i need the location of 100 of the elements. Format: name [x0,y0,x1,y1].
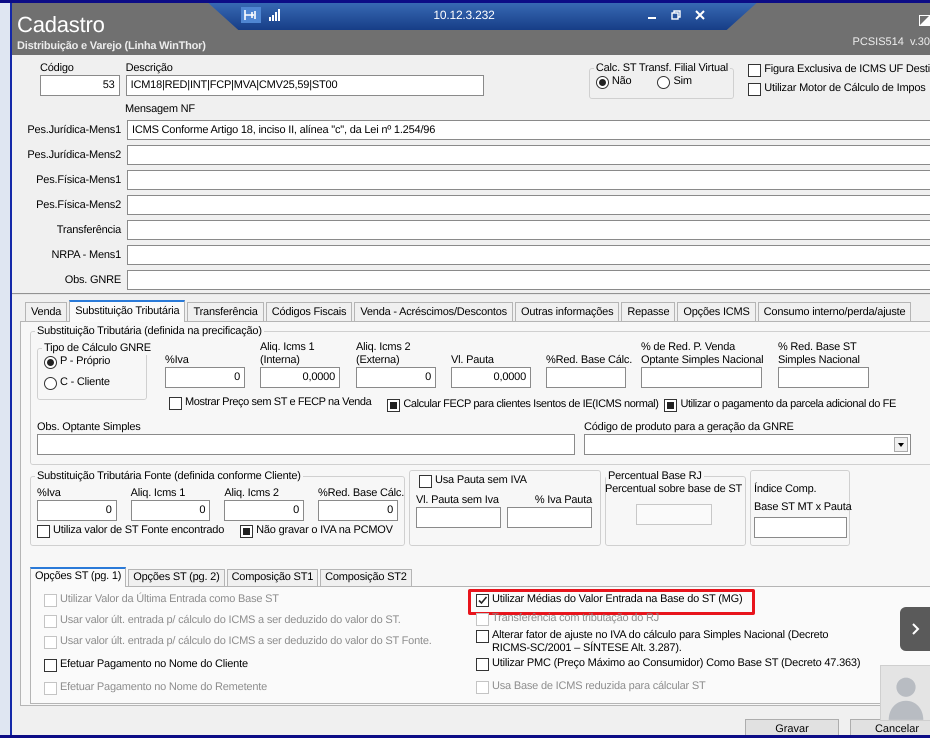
text-field[interactable] [127,195,930,215]
tab[interactable]: Outras informações [514,302,620,321]
radio-button[interactable] [596,76,609,89]
section-label: Mensagem NF [125,103,195,115]
checkbox[interactable] [476,630,489,643]
chevron-right-icon [912,623,920,635]
radio-label: Sim [673,75,692,88]
tab[interactable]: Opções ICMS [677,302,756,321]
text-field[interactable]: 53 [40,75,120,96]
checkbox[interactable] [419,475,432,488]
tab[interactable]: Códigos Fiscais [266,302,352,321]
field-label: Descrição [126,62,174,75]
group-title: Calc. ST Transf. Filial Virtual [594,62,730,75]
text-field[interactable]: 0 [224,500,304,521]
field-label: Pes.Física-Mens2 [35,198,121,212]
checkbox-label: Utilizar Médias do Valor Entrada na Base do ST (MG) [492,593,742,606]
side-panel-handle[interactable] [900,607,930,651]
field-label: Aliq. Icms 1 (Interna) [260,341,314,367]
text-field[interactable]: 0 [318,500,398,521]
field-label: Pes.Jurídica-Mens2 [26,148,121,162]
field-label: %Iva [165,354,189,367]
text-field[interactable]: 0 [37,500,117,521]
text-field[interactable] [127,245,930,265]
checkbox[interactable] [476,658,489,671]
field-label: Código de produto para a geração da GNRE [584,421,794,434]
text-field[interactable] [127,270,930,290]
tab[interactable]: Opções ST (pg. 1) [30,567,126,587]
field-label: %Iva [37,487,61,500]
checkbox[interactable] [748,83,762,96]
checkbox[interactable] [748,64,762,77]
text-field[interactable]: ICM18|RED|INT|FCP|MVA|CMV25,59|ST00 [126,75,484,96]
group-title: Tipo de Cálculo GNRE [43,342,152,355]
tab[interactable]: Venda [25,302,68,321]
checkbox-label: Efetuar Pagamento no Nome do Cliente [60,658,248,671]
field-label: Pes.Física-Mens1 [35,174,121,186]
tab[interactable]: Consumo interno/perda/ajuste [758,302,912,321]
tab[interactable]: Opções ST (pg. 2) [128,569,225,586]
checkbox-label: Alterar fator de ajuste no IVA do cálculo para Simples Nacional (Decreto RICMS-SC/2001 – SÍNTESE Alt. 3.287). [492,629,828,655]
checkbox-label: Utilizar PMC (Preço Máximo ao Consumidor) Como Base ST (Decreto 47.363) [492,657,860,670]
text-field[interactable]: 0 [130,500,210,521]
group-title: Percentual Base RJ [607,470,703,483]
checkbox-label: Usar valor últ. entrada p/ cálculo do ICMS a ser deduzido do valor do ST Fonte. [60,635,432,648]
checkbox-label: Usa Base de ICMS reduzida para cálcular ST [492,680,706,693]
dialog-button[interactable]: Gravar [745,719,839,735]
text-field[interactable]: 0 [165,367,245,388]
checkbox[interactable] [387,399,400,412]
text-field[interactable] [37,434,575,455]
checkbox-label: Transferência com tributação do RJ [492,612,660,625]
tab[interactable]: Venda - Acréscimos/Descontos [354,302,513,321]
text-field[interactable] [416,507,501,528]
dialog-button[interactable]: Cancelar [850,719,930,735]
text-field[interactable] [507,507,592,528]
group-title: Substituição Tributária Fonte (definida conforme Cliente) [36,470,302,483]
tab[interactable]: Transferência [187,302,264,321]
checkbox-label: Efetuar Pagamento no Nome do Remetente [60,681,268,694]
radio-button[interactable] [44,377,57,390]
checkbox-label: Usa Pauta sem IVA [435,474,527,487]
tab[interactable]: Composição ST2 [320,569,412,586]
radio-label: Não [612,75,632,88]
text-field[interactable] [127,170,930,190]
text-field[interactable] [778,367,869,388]
tab[interactable]: Composição ST1 [226,569,318,586]
text-field[interactable]: 0,0000 [451,367,531,388]
checkbox[interactable] [664,399,678,412]
remote-host: 10.12.3.232 [432,8,496,22]
signal-icon[interactable] [269,9,281,21]
group-title: Substituição Tributária (definida na precificação) [36,325,263,338]
text-field[interactable] [754,517,847,538]
text-field[interactable] [546,367,626,388]
routine-code: PCSIS514 v.30 [852,36,930,49]
radio-button[interactable] [44,356,57,369]
field-label: % de Red. P. Venda Optante Simples Nacional [641,341,764,367]
field-label: NRPA - Mens1 [50,248,121,262]
pin-icon[interactable] [241,7,261,23]
field-label: Percentual sobre base de ST [604,483,742,496]
field-label: Aliq. Icms 2 (Externa) [356,341,410,367]
checkbox[interactable] [37,525,50,538]
checkbox[interactable] [44,659,57,672]
tab[interactable]: Repasse [621,302,676,321]
checkbox[interactable] [169,397,182,410]
checkbox-label: Figura Exclusiva de ICMS UF Desti [764,63,930,76]
tab[interactable]: Substituição Tributária [69,300,186,322]
checkbox-label: Utilizar Valor da Última Entrada como Base ST [60,593,279,606]
field-label: Transferência [56,224,121,236]
field-label: Obs. GNRE [64,274,121,286]
checkbox-label: Utiliza valor de ST Fonte encontrado [53,524,224,537]
field-label: Código [40,62,75,75]
text-field[interactable] [127,145,930,165]
text-field[interactable]: 0 [356,367,436,388]
text-field[interactable] [641,367,762,388]
checkbox[interactable] [240,525,254,538]
field-label: %Red. Base Cálc. [318,487,404,500]
text-field[interactable]: ICMS Conforme Artigo 18, inciso II, alínea "c", da Lei nº 1.254/96 [127,120,930,140]
radio-button[interactable] [657,76,670,89]
checkbox[interactable] [476,594,489,607]
text-field[interactable] [127,220,930,240]
close-icon[interactable] [695,10,705,20]
text-field[interactable]: 0,0000 [260,367,340,388]
field-label: Obs. Optante Simples [37,421,141,434]
checkbox-label: Mostrar Preço sem ST e FECP na Venda [185,396,372,409]
